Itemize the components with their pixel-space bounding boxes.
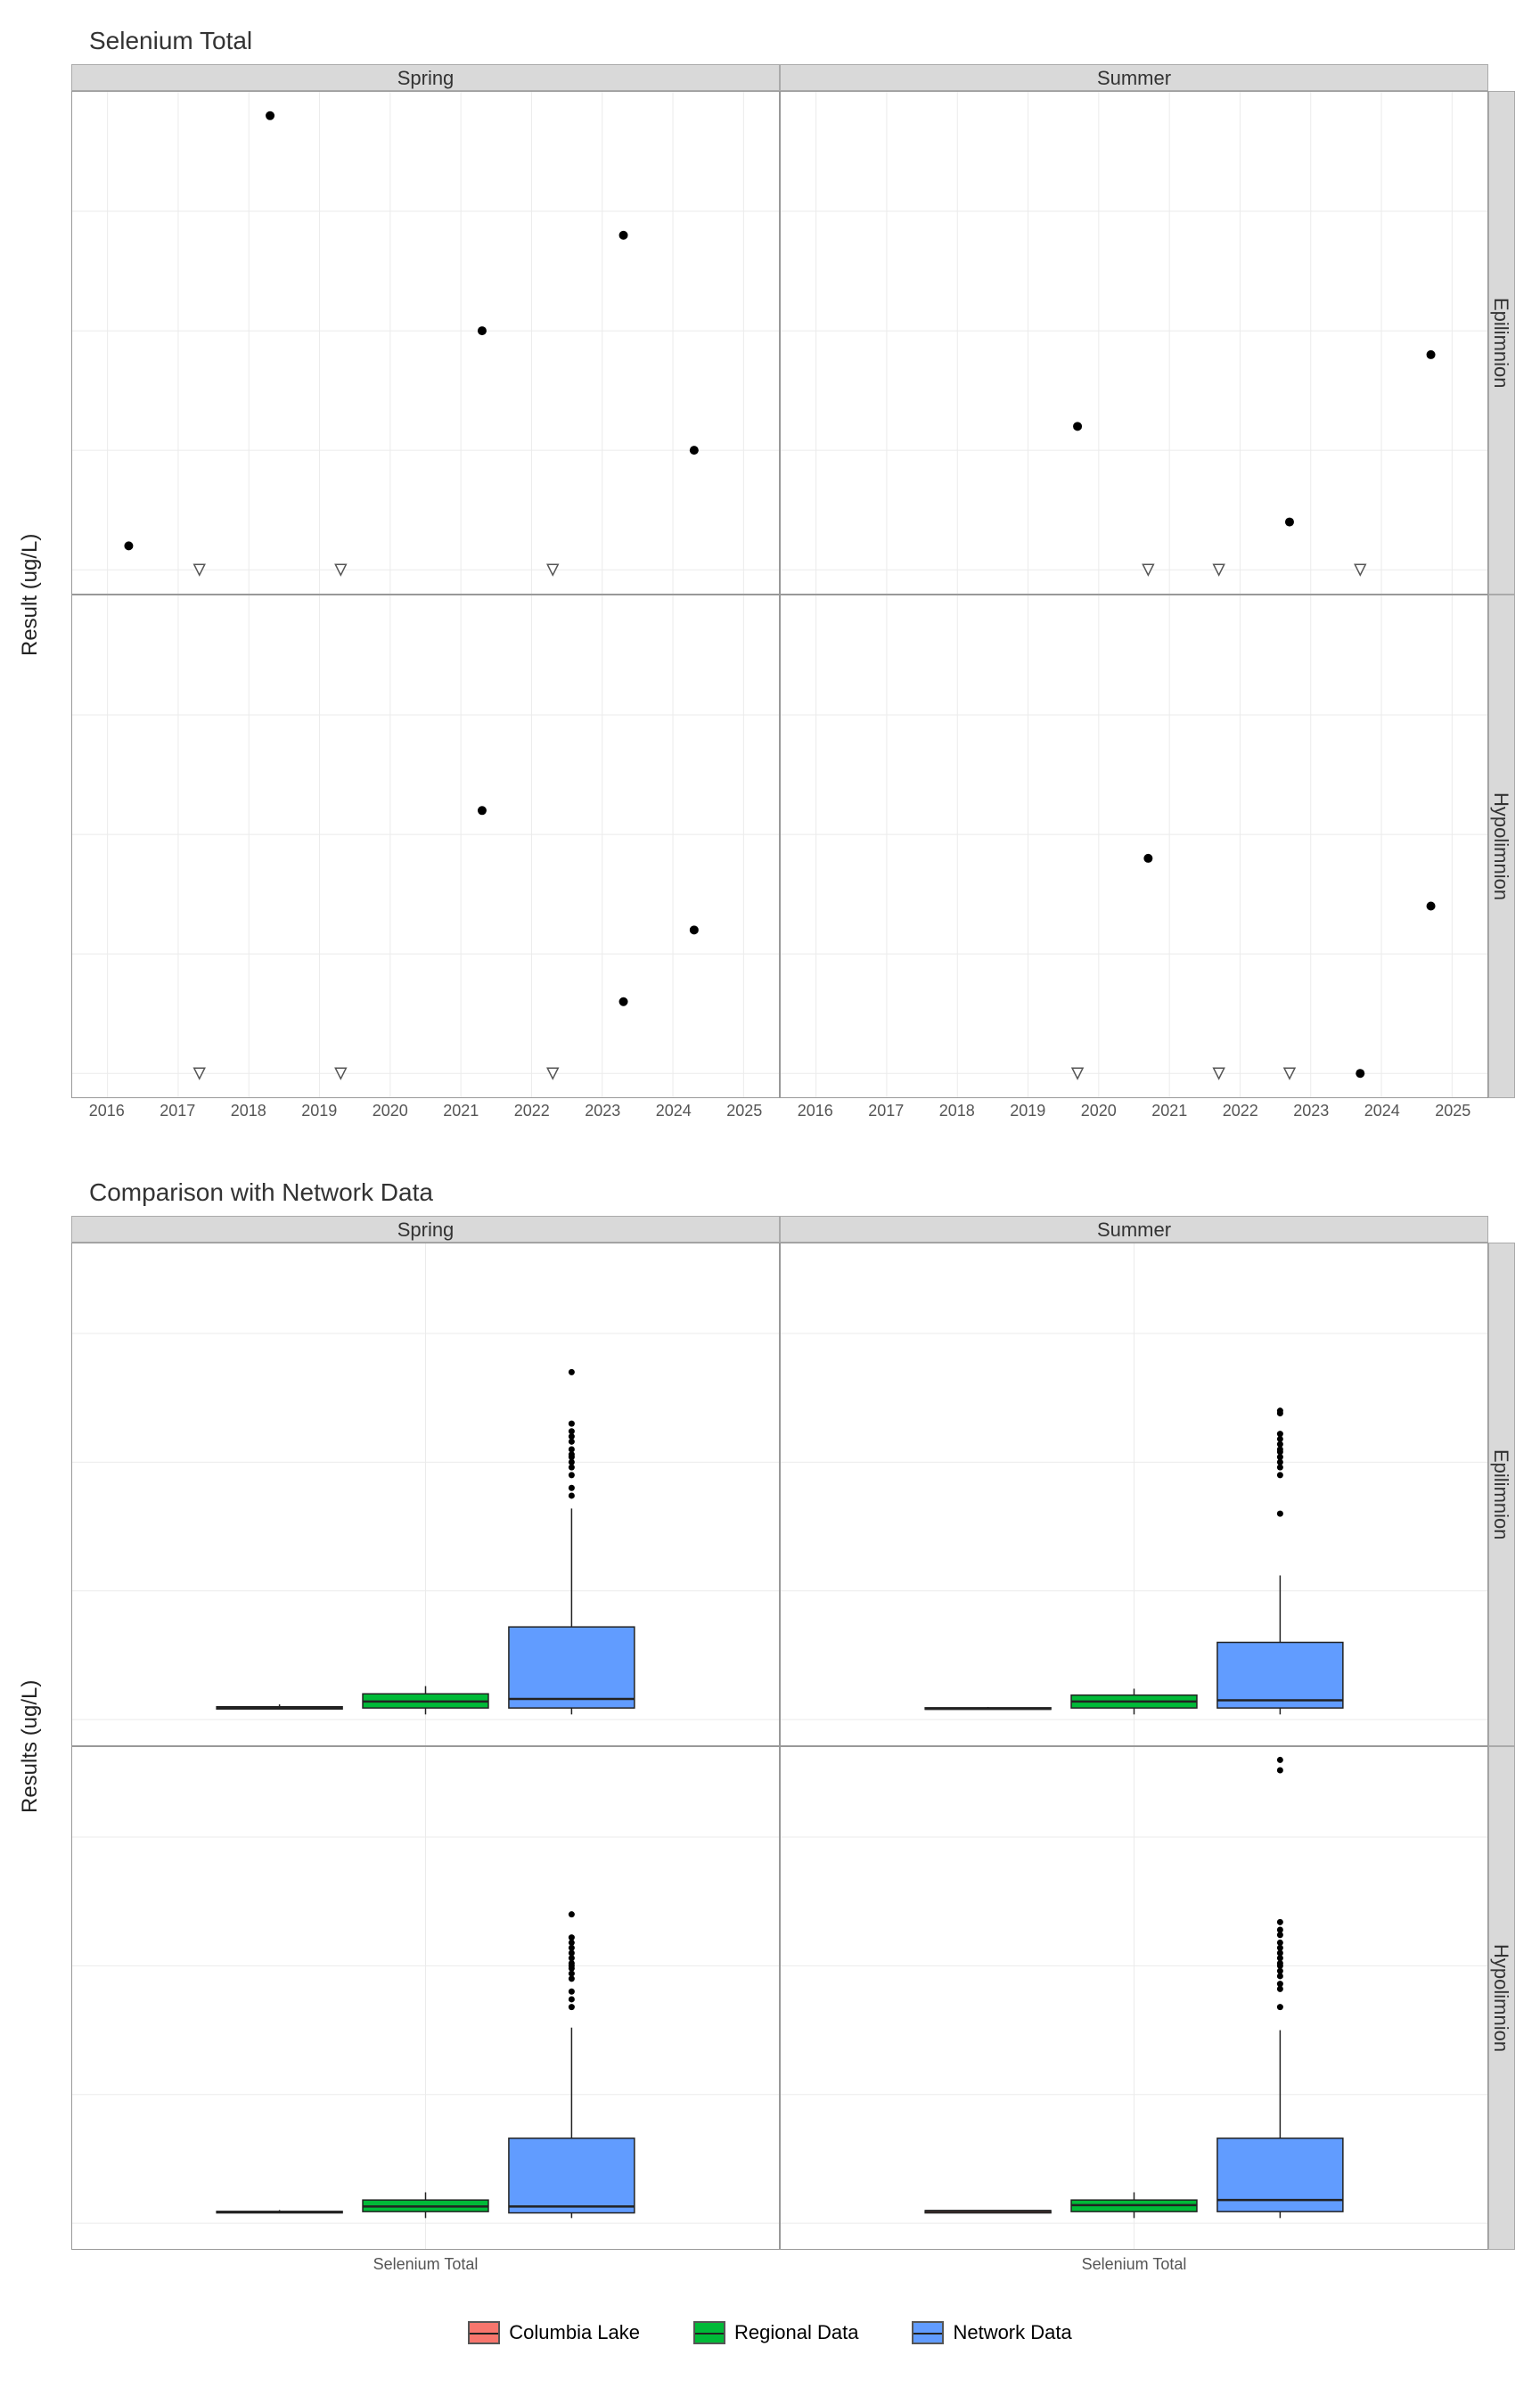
- boxpanel-summer-epi: [780, 1243, 1488, 1746]
- svg-text:2022: 2022: [514, 1102, 550, 1120]
- svg-text:2018: 2018: [939, 1102, 975, 1120]
- legend-swatch-columbia: [468, 2321, 500, 2344]
- svg-text:2019: 2019: [1010, 1102, 1045, 1120]
- svg-text:2024: 2024: [1364, 1102, 1400, 1120]
- svg-text:2022: 2022: [1223, 1102, 1258, 1120]
- svg-text:2019: 2019: [301, 1102, 337, 1120]
- svg-text:2021: 2021: [1151, 1102, 1187, 1120]
- legend-swatch-regional: [693, 2321, 725, 2344]
- row-strip-hypo: Hypolimnion: [1488, 595, 1515, 1098]
- panel-summer-hypolimnion: [780, 595, 1488, 1098]
- x-axis-spring-2: Selenium Total: [71, 2250, 780, 2285]
- boxpanel-spring-epi: 0.00.51.01.5: [71, 1243, 780, 1746]
- scatter-facet-grid: Spring Summer Result (ug/L) 0.0400.0450.…: [18, 64, 1515, 1134]
- chart2-title: Comparison with Network Data: [89, 1178, 1522, 1207]
- svg-text:2024: 2024: [656, 1102, 692, 1120]
- svg-text:2020: 2020: [373, 1102, 408, 1120]
- legend: Columbia Lake Regional Data Network Data: [18, 2321, 1522, 2344]
- svg-text:Selenium Total: Selenium Total: [373, 2255, 479, 2273]
- col-strip-summer: Summer: [780, 64, 1488, 91]
- chart1-title: Selenium Total: [89, 27, 1522, 55]
- svg-text:2021: 2021: [443, 1102, 479, 1120]
- svg-text:2016: 2016: [798, 1102, 833, 1120]
- x-axis-spring-1: 2016 2017 2018 2019 2020 2021 2022 2023 2024 2025: [71, 1098, 780, 1134]
- col-strip-spring-2: Spring: [71, 1216, 780, 1243]
- svg-text:2016: 2016: [89, 1102, 125, 1120]
- legend-swatch-network: [912, 2321, 944, 2344]
- legend-label-regional: Regional Data: [734, 2321, 858, 2344]
- panel-summer-epilimnion: [780, 91, 1488, 595]
- x-axis-summer-1: 2016 2017 2018 2019 2020 2021 2022 2023 2024 2025: [780, 1098, 1488, 1134]
- row-strip-epi-2: Epilimnion: [1488, 1243, 1515, 1746]
- svg-text:2025: 2025: [726, 1102, 762, 1120]
- legend-item-network: Network Data: [912, 2321, 1071, 2344]
- svg-text:2020: 2020: [1081, 1102, 1117, 1120]
- svg-text:2023: 2023: [585, 1102, 620, 1120]
- svg-text:2023: 2023: [1293, 1102, 1329, 1120]
- legend-label-columbia: Columbia Lake: [509, 2321, 640, 2344]
- legend-item-regional: Regional Data: [693, 2321, 858, 2344]
- svg-text:2025: 2025: [1435, 1102, 1470, 1120]
- row-strip-epi: Epilimnion: [1488, 91, 1515, 595]
- svg-text:2018: 2018: [231, 1102, 266, 1120]
- boxpanel-summer-hypo: [780, 1746, 1488, 2250]
- box-facet-grid: Spring Summer Results (ug/L) 0.00.51.01.…: [18, 1216, 1515, 2285]
- y-axis-label-2: Results (ug/L): [18, 1243, 71, 2250]
- svg-text:Selenium Total: Selenium Total: [1082, 2255, 1187, 2273]
- boxpanel-spring-hypo: 0.00.51.01.5: [71, 1746, 780, 2250]
- panel-spring-hypolimnion: 0.0400.0450.0500.055: [71, 595, 780, 1098]
- legend-item-columbia: Columbia Lake: [468, 2321, 640, 2344]
- col-strip-summer-2: Summer: [780, 1216, 1488, 1243]
- legend-label-network: Network Data: [953, 2321, 1071, 2344]
- svg-text:2017: 2017: [868, 1102, 904, 1120]
- col-strip-spring: Spring: [71, 64, 780, 91]
- x-axis-summer-2: Selenium Total: [780, 2250, 1488, 2285]
- panel-spring-epilimnion: 0.0400.0450.0500.055: [71, 91, 780, 595]
- svg-text:2017: 2017: [160, 1102, 195, 1120]
- row-strip-hypo-2: Hypolimnion: [1488, 1746, 1515, 2250]
- y-axis-label-1: Result (ug/L): [18, 91, 71, 1098]
